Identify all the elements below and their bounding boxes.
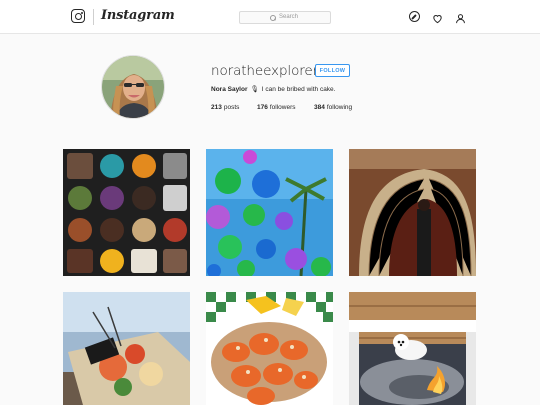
posts-count: 213 [211, 104, 222, 111]
followers-stat[interactable]: 176 followers [257, 104, 314, 111]
following-stat[interactable]: 384 following [314, 104, 352, 111]
following-label: following [326, 104, 353, 111]
posts-stat: 213 posts [211, 104, 257, 111]
search-input[interactable]: Search [239, 11, 331, 24]
profile-bio-text: I can be bribed with cake. [261, 85, 336, 93]
heart-icon[interactable] [432, 11, 443, 24]
search-placeholder: Search [279, 14, 299, 20]
posts-label: posts [223, 104, 240, 111]
profile-stats: 213 posts 176 followers 384 following [211, 104, 352, 111]
search-icon [270, 14, 276, 21]
post-tile-seafood[interactable] [63, 292, 190, 405]
compass-icon[interactable] [409, 11, 420, 22]
top-nav: Instagram Search [0, 0, 540, 34]
instagram-wordmark[interactable]: Instagram [101, 8, 175, 23]
nav-divider [93, 9, 94, 25]
post-tile-book-tunnel[interactable] [349, 149, 476, 276]
user-icon[interactable] [455, 11, 466, 24]
profile-full-name: Nora Saylor [211, 85, 248, 93]
microphone-emoji-icon: 🎙 [250, 86, 259, 93]
avatar[interactable] [101, 55, 165, 119]
followers-label: followers [269, 104, 296, 111]
following-count: 384 [314, 104, 325, 111]
post-tile-dog-firepit[interactable] [349, 292, 476, 405]
followers-count: 176 [257, 104, 268, 111]
post-tile-shrimp[interactable] [206, 292, 333, 405]
profile-bio: Nora Saylor 🎙 I can be bribed with cake. [211, 85, 336, 94]
follow-button[interactable]: FOLLOW [315, 64, 350, 77]
profile-username: noratheexplorer [211, 63, 319, 79]
post-tile-balloons[interactable] [206, 149, 333, 276]
instagram-glyph-icon[interactable] [71, 9, 85, 23]
post-tile-chocolates[interactable] [63, 149, 190, 276]
